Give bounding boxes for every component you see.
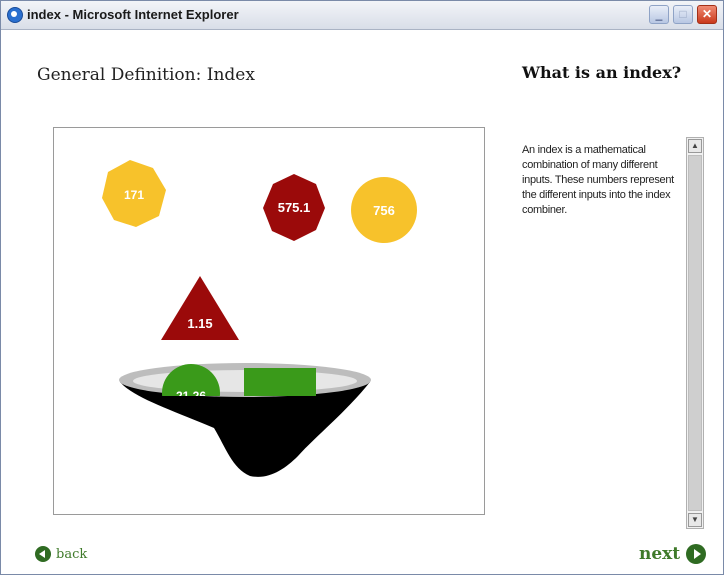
yellow-octagon-label: 171 <box>124 188 144 202</box>
back-label[interactable]: back <box>56 547 87 562</box>
next-button[interactable]: next <box>639 544 707 564</box>
page-title: General Definition: Index <box>37 65 255 85</box>
scroll-thumb[interactable] <box>688 155 702 511</box>
close-button[interactable]: ✕ <box>697 5 717 24</box>
description-scrollbar[interactable]: ▲ ▼ <box>686 137 704 529</box>
back-button[interactable]: back <box>35 544 87 564</box>
index-illustration: 171 575.1 756 1.15 21.26 <box>102 160 417 477</box>
browser-window: index - Microsoft Internet Explorer _ □ … <box>0 0 724 575</box>
red-octagon-label: 575.1 <box>278 200 311 215</box>
red-triangle-label: 1.15 <box>187 316 212 331</box>
title-bar[interactable]: index - Microsoft Internet Explorer _ □ … <box>1 1 723 30</box>
minimize-button[interactable]: _ <box>649 5 669 24</box>
internet-explorer-icon <box>7 7 23 23</box>
green-square-shape <box>244 368 316 396</box>
animation-stage: 171 575.1 756 1.15 21.26 <box>53 127 485 515</box>
next-label[interactable]: next <box>639 544 680 564</box>
description-text: An index is a mathematical combination o… <box>522 144 674 216</box>
back-arrow-icon[interactable] <box>35 546 51 562</box>
yellow-circle-label: 756 <box>373 203 395 218</box>
next-arrow-icon[interactable] <box>686 544 707 564</box>
window-title: index - Microsoft Internet Explorer <box>27 7 239 22</box>
scroll-up-arrow-icon[interactable]: ▲ <box>688 139 702 153</box>
side-heading: What is an index? <box>522 63 682 82</box>
scroll-down-arrow-icon[interactable]: ▼ <box>688 513 702 527</box>
maximize-button[interactable]: □ <box>673 5 693 24</box>
